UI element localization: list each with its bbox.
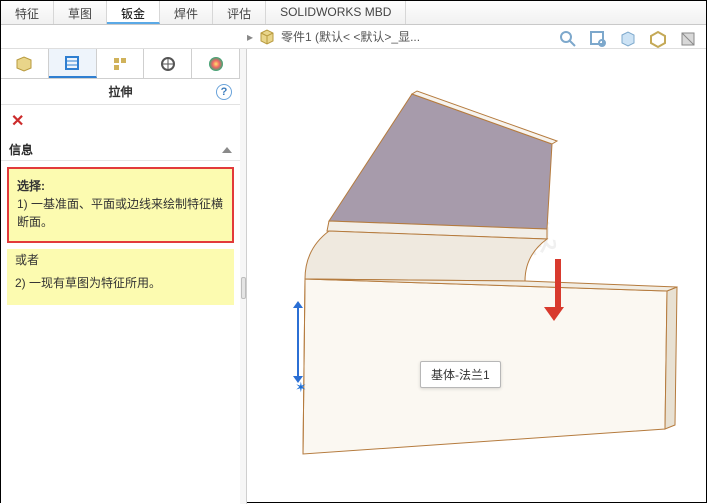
configuration-manager-tab[interactable]: [97, 49, 145, 78]
msg-or: 或者: [15, 249, 226, 272]
panel-splitter[interactable]: [240, 49, 247, 504]
annotation-arrow: [551, 259, 564, 321]
tab-sketch[interactable]: 草图: [54, 1, 107, 24]
view-orientation-icon[interactable]: [618, 29, 638, 49]
msg-option-1: 1) 一基准面、平面或边线来绘制特征横断面。: [17, 195, 224, 231]
breadcrumb-text[interactable]: 零件1 (默认< <默认>_显...: [281, 28, 420, 45]
display-manager-tab[interactable]: [192, 49, 240, 78]
tree-arrow-icon[interactable]: ▸: [247, 30, 253, 44]
manager-tabs: [1, 49, 240, 79]
tab-evaluate[interactable]: 评估: [213, 1, 266, 24]
tab-sheetmetal[interactable]: 钣金: [107, 1, 160, 24]
graphics-viewport[interactable]: 软件下载 ✶ 基体-法兰1: [247, 49, 706, 502]
feature-manager-tab[interactable]: [1, 49, 49, 78]
dimxpert-manager-tab[interactable]: [144, 49, 192, 78]
heads-up-toolbar: [558, 29, 698, 49]
tab-mbd[interactable]: SOLIDWORKS MBD: [266, 1, 406, 24]
model-geometry: [247, 49, 707, 504]
tab-weldments[interactable]: 焊件: [160, 1, 213, 24]
property-manager-tab[interactable]: [49, 49, 97, 78]
origin-icon: ✶: [295, 379, 307, 396]
tab-feature[interactable]: 特征: [1, 1, 54, 24]
feature-tooltip: 基体-法兰1: [420, 361, 501, 388]
splitter-grip-icon: [241, 277, 246, 299]
info-highlight-box: 选择: 1) 一基准面、平面或边线来绘制特征横断面。: [7, 167, 234, 243]
command-manager-tabs: 特征 草图 钣金 焊件 评估 SOLIDWORKS MBD: [1, 1, 706, 25]
pm-title-row: 拉伸 ?: [1, 79, 240, 105]
zoom-fit-icon[interactable]: [558, 29, 578, 49]
display-style-icon[interactable]: [648, 29, 668, 49]
msg-select-label: 选择:: [17, 177, 224, 195]
collapse-icon[interactable]: [222, 147, 232, 153]
info-section-label: 信息: [9, 141, 33, 158]
info-section-header[interactable]: 信息: [1, 137, 240, 161]
section-view-icon[interactable]: [678, 29, 698, 49]
dimension-handle[interactable]: [297, 307, 299, 377]
msg-option-2: 2) 一现有草图为特征所用。: [15, 272, 226, 295]
cancel-button[interactable]: ✕: [1, 105, 240, 137]
info-rest-box: 或者 2) 一现有草图为特征所用。: [7, 249, 234, 305]
pm-title: 拉伸: [108, 83, 132, 100]
property-manager-panel: 拉伸 ? ✕ 信息 选择: 1) 一基准面、平面或边线来绘制特征横断面。 或者 …: [1, 49, 241, 504]
help-button[interactable]: ?: [216, 84, 232, 100]
zoom-area-icon[interactable]: [588, 29, 608, 49]
part-icon: [259, 29, 275, 45]
